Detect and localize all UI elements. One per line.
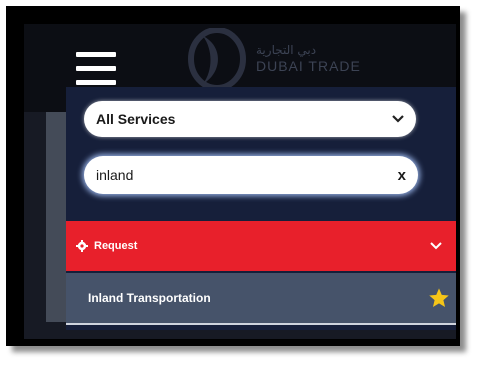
screenshot-frame: دبي التجارية DUBAI TRADE All Services in… — [6, 6, 460, 346]
gear-icon — [76, 240, 88, 252]
clear-search-button[interactable]: x — [398, 167, 406, 184]
service-category-select[interactable]: All Services — [84, 101, 416, 137]
chevron-down-icon — [430, 242, 442, 250]
services-search-panel: All Services inland x Request Inland Tra… — [66, 87, 456, 330]
logo-english-text: DUBAI TRADE — [256, 58, 361, 74]
selected-category-label: All Services — [96, 111, 176, 127]
dubai-trade-logo-icon — [188, 28, 246, 90]
dubai-trade-logo-text: دبي التجارية DUBAI TRADE — [256, 42, 361, 74]
search-input[interactable]: inland x — [84, 156, 418, 194]
chevron-down-icon — [392, 115, 404, 123]
service-item-label: Inland Transportation — [88, 291, 211, 305]
request-group-header[interactable]: Request — [66, 221, 456, 271]
background-block — [46, 112, 66, 322]
star-icon[interactable] — [428, 287, 450, 309]
search-input-value: inland — [96, 167, 134, 183]
list-divider — [66, 323, 456, 325]
request-group-label: Request — [94, 240, 138, 252]
logo-arabic-text: دبي التجارية — [256, 43, 317, 57]
list-item[interactable]: Inland Transportation — [66, 273, 456, 323]
app-viewport: دبي التجارية DUBAI TRADE All Services in… — [24, 24, 456, 339]
hamburger-icon[interactable] — [76, 52, 116, 86]
